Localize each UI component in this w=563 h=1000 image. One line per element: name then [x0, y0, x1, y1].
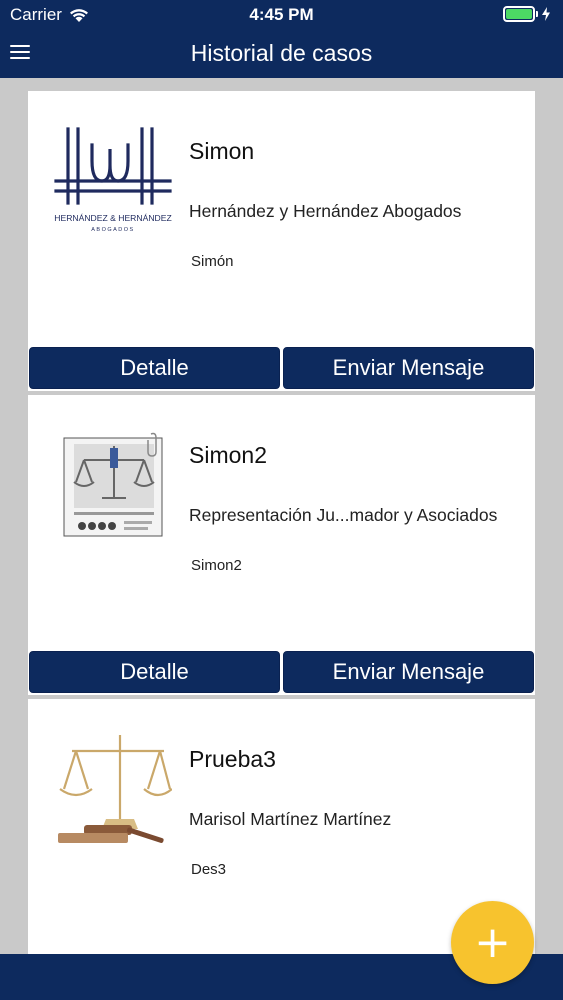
- case-title: Simon: [189, 138, 255, 164]
- case-firm-name: Representación Ju...mador y Asociados: [189, 505, 498, 525]
- case-title: Prueba3: [189, 746, 276, 772]
- case-title: Simon2: [189, 442, 267, 468]
- case-firm-name: Hernández y Hernández Abogados: [189, 201, 462, 221]
- detail-button[interactable]: Detalle: [29, 651, 280, 693]
- case-firm-name: Marisol Martínez Martínez: [189, 809, 392, 829]
- case-card[interactable]: HERNÁNDEZ & HERNÁNDEZ ABOGADOS Simon Her…: [28, 91, 535, 391]
- scales-of-justice-logo: [63, 432, 163, 537]
- top-bar: Carrier 4:45 PM Historial de casos: [0, 0, 563, 78]
- status-time: 4:45 PM: [249, 5, 314, 24]
- send-message-button[interactable]: Enviar Mensaje: [283, 651, 534, 693]
- add-case-button[interactable]: +: [451, 901, 534, 984]
- send-message-button[interactable]: Enviar Mensaje: [283, 347, 534, 389]
- svg-text:ABOGADOS: ABOGADOS: [91, 227, 134, 233]
- case-list: HERNÁNDEZ & HERNÁNDEZ ABOGADOS Simon Her…: [28, 91, 535, 963]
- page-title: Historial de casos: [190, 40, 373, 66]
- case-description: Simón: [191, 253, 234, 270]
- detail-button[interactable]: Detalle: [29, 347, 280, 389]
- case-actions: Detalle Enviar Mensaje: [28, 651, 535, 695]
- case-description: Simon2: [191, 557, 242, 574]
- nav-bar: Historial de casos: [0, 30, 563, 78]
- status-bar: Carrier 4:45 PM: [0, 0, 563, 30]
- scales-and-gavel-logo: [58, 735, 172, 843]
- svg-text:HERNÁNDEZ & HERNÁNDEZ: HERNÁNDEZ & HERNÁNDEZ: [54, 213, 171, 223]
- charging-bolt-icon: [542, 7, 550, 21]
- case-card[interactable]: Simon2 Representación Ju...mador y Asoci…: [28, 395, 535, 695]
- battery-icon: [503, 6, 551, 22]
- case-description: Des3: [191, 861, 227, 878]
- law-firm-logo: HERNÁNDEZ & HERNÁNDEZ ABOGADOS: [54, 127, 172, 233]
- case-actions: Detalle Enviar Mensaje: [28, 347, 535, 391]
